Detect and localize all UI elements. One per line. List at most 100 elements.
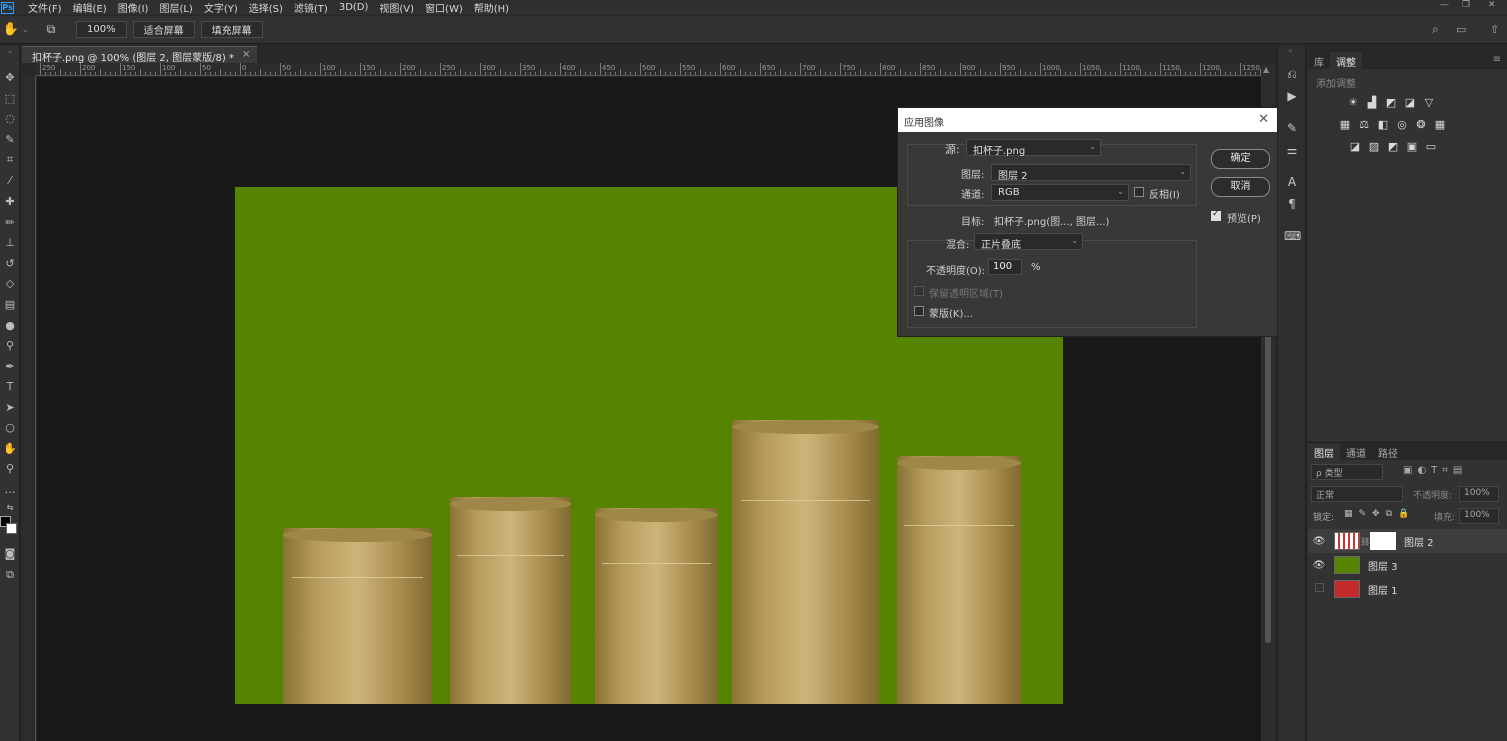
eyedropper-tool-icon[interactable]: ⁄	[2, 173, 18, 189]
layer-row[interactable]: 图层 1	[1308, 577, 1507, 601]
move-tool-icon[interactable]: ✥	[2, 70, 18, 86]
ok-button[interactable]: 确定	[1211, 149, 1270, 169]
quick-select-tool-icon[interactable]: ✎	[2, 132, 18, 148]
type-tool-icon[interactable]: T	[2, 379, 18, 395]
glyphs-panel-icon[interactable]: ⌨	[1284, 228, 1301, 244]
color-lookup-icon[interactable]: ▦	[1433, 118, 1447, 132]
layer-filter-icons[interactable]: ▣◐T⌗▤	[1403, 465, 1467, 476]
blur-tool-icon[interactable]: ●	[2, 318, 18, 334]
stamp-tool-icon[interactable]: ⊥	[2, 235, 18, 251]
background-color-swatch[interactable]	[6, 523, 17, 534]
workspace-icon[interactable]: ▭	[1456, 23, 1466, 36]
crop-tool-icon[interactable]: ⌗	[2, 152, 18, 168]
paragraph-panel-icon[interactable]: ¶	[1284, 196, 1300, 212]
curves-icon[interactable]: ◩	[1384, 96, 1398, 110]
posterize-icon[interactable]: ▨	[1367, 140, 1381, 154]
brush-tool-icon[interactable]: ✏	[2, 215, 18, 231]
lock-icons[interactable]: ▦✎✥⧉🔒	[1344, 509, 1415, 519]
path-select-tool-icon[interactable]: ➤	[2, 400, 18, 416]
tab-channels[interactable]: 通道	[1340, 443, 1372, 460]
layer-select[interactable]: 图层 2 ⌄	[991, 164, 1191, 182]
menu-select[interactable]: 选择(S)	[249, 0, 283, 15]
layer-mask-thumbnail[interactable]	[1370, 532, 1396, 550]
history-brush-tool-icon[interactable]: ↺	[2, 256, 18, 272]
search-icon[interactable]: ⌕	[1432, 22, 1439, 37]
dodge-tool-icon[interactable]: ⚲	[2, 338, 18, 354]
gradient-map-icon[interactable]: ▭	[1424, 140, 1438, 154]
close-window-icon[interactable]: ✕	[1488, 0, 1496, 15]
preview-checkbox[interactable]	[1211, 209, 1221, 221]
dialog-title-bar[interactable]: 应用图像 ✕	[898, 108, 1277, 132]
scroll-all-windows-icon[interactable]: ⧉	[36, 22, 66, 37]
invert-checkbox[interactable]	[1134, 187, 1144, 197]
layers-opacity-input[interactable]: 100%	[1459, 486, 1499, 502]
scroll-up-icon[interactable]: ▲	[1263, 65, 1269, 74]
opacity-input[interactable]: 100	[988, 259, 1022, 275]
layer-row[interactable]: 👁 图层 3	[1308, 553, 1507, 577]
color-balance-icon[interactable]: ⚖	[1357, 118, 1371, 132]
layer-filter-select[interactable]: ρ 类型	[1311, 464, 1383, 480]
brightness-icon[interactable]: ☀	[1346, 96, 1360, 110]
eraser-tool-icon[interactable]: ◇	[2, 276, 18, 292]
tab-adjustments[interactable]: 调整	[1330, 52, 1362, 69]
fit-screen-button[interactable]: 适合屏幕	[132, 21, 195, 38]
menu-edit[interactable]: 编辑(E)	[73, 0, 107, 15]
quick-mask-icon[interactable]: ◙	[2, 546, 18, 562]
visibility-eye-icon[interactable]: 👁	[1308, 560, 1330, 571]
source-select[interactable]: 扣杯子.png ⌄	[966, 139, 1101, 157]
character-panel-icon[interactable]: A	[1284, 174, 1300, 190]
threshold-icon[interactable]: ◩	[1386, 140, 1400, 154]
menu-image[interactable]: 图像(I)	[118, 0, 149, 15]
hand-tool-icon[interactable]: ✋	[0, 22, 22, 37]
menu-filter[interactable]: 滤镜(T)	[294, 0, 328, 15]
fill-input[interactable]: 100%	[1459, 508, 1499, 524]
hand-tool-icon[interactable]: ✋	[2, 441, 18, 457]
visibility-off-icon[interactable]	[1308, 583, 1330, 595]
visibility-eye-icon[interactable]: 👁	[1308, 536, 1330, 547]
zoom-tool-icon[interactable]: ⚲	[2, 461, 18, 477]
document-tab[interactable]: 扣杯子.png @ 100% (图层 2, 图层蒙版/8) * ×	[22, 46, 257, 64]
cancel-button[interactable]: 取消	[1211, 177, 1270, 197]
minimize-icon[interactable]: —	[1440, 0, 1449, 15]
collapse-toolbox-icon[interactable]: »	[0, 48, 20, 56]
tab-paths[interactable]: 路径	[1372, 443, 1404, 460]
chevron-down-icon[interactable]: ⌄	[22, 25, 36, 34]
blend-select[interactable]: 正片叠底 ⌄	[974, 233, 1083, 251]
collapse-strip-icon[interactable]: «	[1288, 47, 1292, 55]
gradient-tool-icon[interactable]: ▤	[2, 297, 18, 313]
mask-checkbox[interactable]	[914, 306, 924, 316]
layer-row[interactable]: 👁 ⛓ 图层 2	[1308, 529, 1507, 553]
brush-settings-icon[interactable]: ✎	[1284, 120, 1300, 136]
close-tab-icon[interactable]: ×	[242, 49, 250, 60]
photo-filter-icon[interactable]: ◎	[1395, 118, 1409, 132]
panel-menu-icon[interactable]: ≡	[1493, 52, 1507, 69]
menu-help[interactable]: 帮助(H)	[474, 0, 509, 15]
menu-window[interactable]: 窗口(W)	[425, 0, 463, 15]
lasso-tool-icon[interactable]: ◌	[2, 111, 18, 127]
channel-mixer-icon[interactable]: ❂	[1414, 118, 1428, 132]
swap-colors-icon[interactable]: ⇆	[2, 500, 18, 516]
history-panel-icon[interactable]: ⎌	[1284, 66, 1300, 82]
menu-file[interactable]: 文件(F)	[28, 0, 62, 15]
close-icon[interactable]: ✕	[1258, 112, 1269, 127]
hue-saturation-icon[interactable]: ▦	[1338, 118, 1352, 132]
link-icon[interactable]: ⛓	[1360, 537, 1370, 546]
screen-mode-icon[interactable]: ⧉	[2, 567, 18, 583]
blend-mode-select[interactable]: 正常	[1311, 486, 1403, 502]
selective-color-icon[interactable]: ▣	[1405, 140, 1419, 154]
pen-tool-icon[interactable]: ✒	[2, 359, 18, 375]
zoom-level-button[interactable]: 100%	[76, 21, 127, 38]
marquee-tool-icon[interactable]: ⬚	[2, 91, 18, 107]
scroll-thumb[interactable]	[1265, 313, 1271, 643]
vibrance-icon[interactable]: ▽	[1422, 96, 1436, 110]
invert-icon[interactable]: ◪	[1348, 140, 1362, 154]
levels-icon[interactable]: ▟	[1365, 96, 1379, 110]
share-icon[interactable]: ⇧	[1490, 23, 1499, 36]
menu-3d[interactable]: 3D(D)	[339, 2, 369, 13]
channel-select[interactable]: RGB ⌄	[991, 184, 1129, 201]
restore-icon[interactable]: ❐	[1462, 0, 1470, 15]
ellipse-tool-icon[interactable]: ○	[2, 420, 18, 436]
actions-panel-icon[interactable]: ▶	[1284, 88, 1300, 104]
healing-brush-tool-icon[interactable]: ✚	[2, 194, 18, 210]
black-white-icon[interactable]: ◧	[1376, 118, 1390, 132]
